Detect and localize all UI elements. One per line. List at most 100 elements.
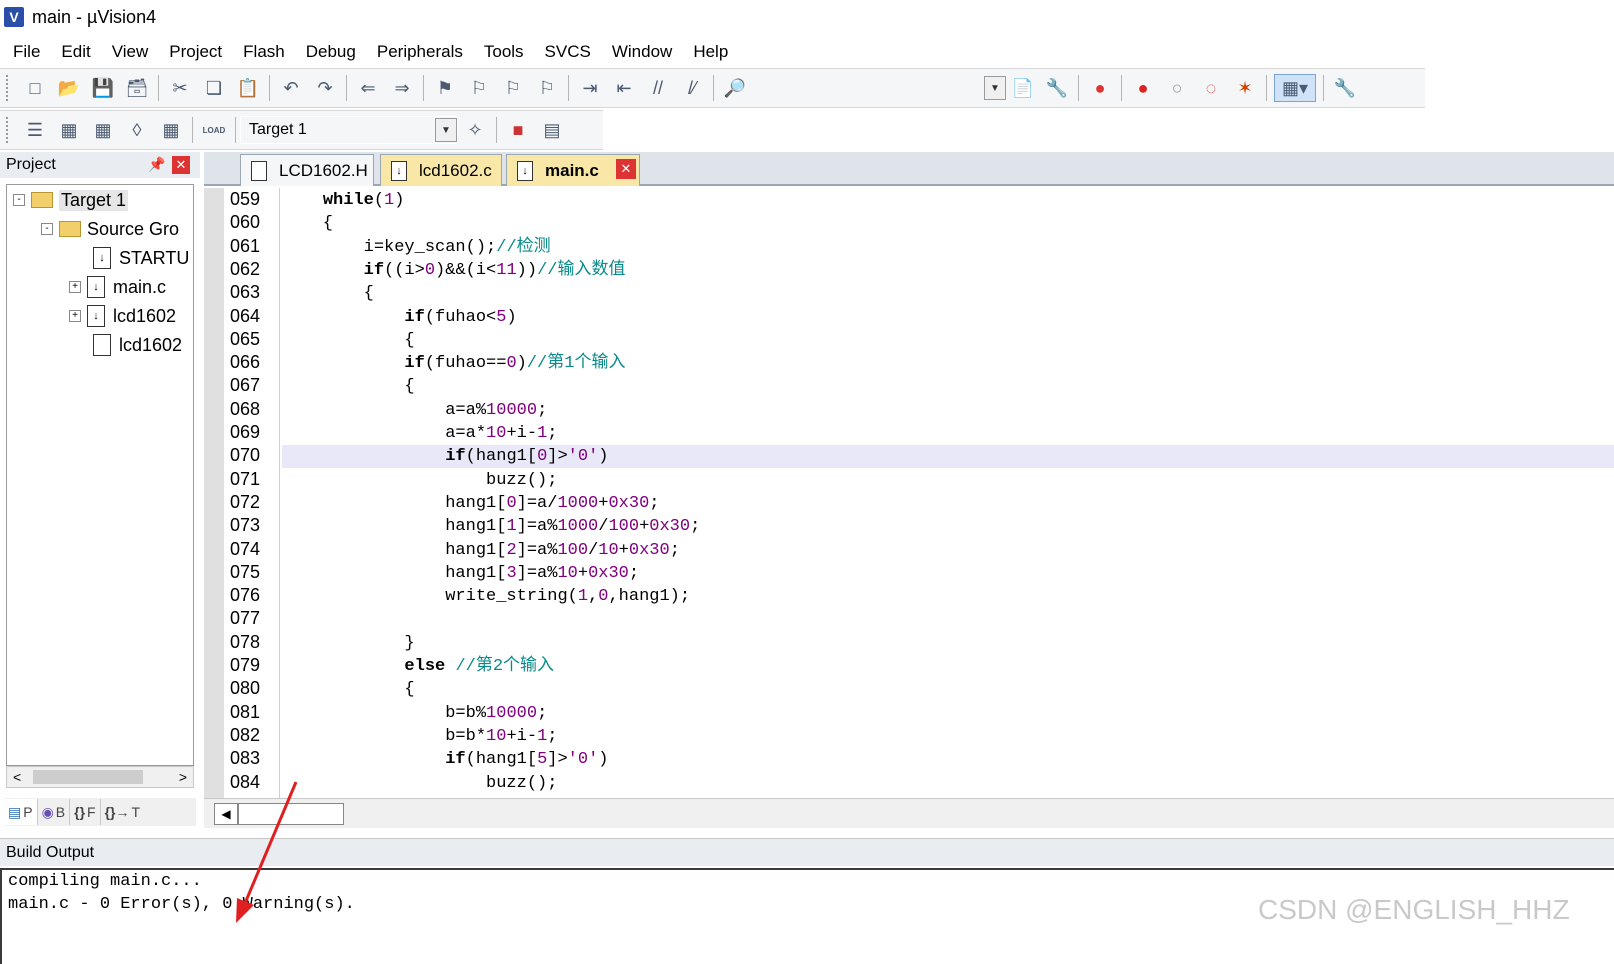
nav-back-icon[interactable]: ⇐ xyxy=(354,74,382,102)
tab-functions[interactable]: {} F xyxy=(70,799,101,825)
stop-build-icon[interactable]: ▦ xyxy=(157,116,185,144)
toolbar-grip[interactable] xyxy=(6,75,12,101)
menu-view[interactable]: View xyxy=(112,42,149,62)
project-tree-scrollbar[interactable]: < > xyxy=(6,766,194,788)
save-icon[interactable]: 💾 xyxy=(89,74,117,102)
toolbar-grip[interactable] xyxy=(6,117,12,143)
code-line[interactable]: { xyxy=(282,678,1614,701)
code-line[interactable]: } xyxy=(282,632,1614,655)
menu-peripherals[interactable]: Peripherals xyxy=(377,42,463,62)
find-icon[interactable]: 📄 xyxy=(1009,74,1037,102)
configure-wrench-icon[interactable]: 🔧 xyxy=(1331,74,1359,102)
code-line[interactable]: if((i>0)&&(i<11))//输入数值 xyxy=(282,259,1614,282)
code-line[interactable]: hang1[2]=a%100/10+0x30; xyxy=(282,539,1614,562)
menu-file[interactable]: File xyxy=(13,42,40,62)
code-line[interactable]: { xyxy=(282,212,1614,235)
tree-item-startup[interactable]: ↓ STARTU xyxy=(93,245,189,271)
undo-icon[interactable]: ↶ xyxy=(277,74,305,102)
window-layout-icon[interactable]: ▦▾ xyxy=(1274,74,1316,102)
unindent-icon[interactable]: ⇤ xyxy=(610,74,638,102)
uncomment-icon[interactable]: /⁄ xyxy=(678,74,706,102)
new-file-icon[interactable]: □ xyxy=(21,74,49,102)
code-line[interactable]: { xyxy=(282,329,1614,352)
code-line[interactable]: if(hang1[0]>'0') xyxy=(282,445,1614,469)
menu-project[interactable]: Project xyxy=(169,42,222,62)
tree-item-lcd1602-h[interactable]: lcd1602 xyxy=(93,332,182,358)
menu-flash[interactable]: Flash xyxy=(243,42,285,62)
bookmark-clear-icon[interactable]: ⚐ xyxy=(533,74,561,102)
code-line[interactable]: if(hang1[5]>'0') xyxy=(282,748,1614,771)
tab-lcd1602-h[interactable]: LCD1602.H xyxy=(240,154,374,186)
expand-icon[interactable]: + xyxy=(69,310,81,322)
code-line[interactable]: b=b*10+i-1; xyxy=(282,725,1614,748)
manage-books-icon[interactable]: ▤ xyxy=(538,116,566,144)
code-line[interactable]: a=a%10000; xyxy=(282,399,1614,422)
scroll-left-icon[interactable]: ◀ xyxy=(214,803,238,825)
insert-breakpoint-icon[interactable]: ● xyxy=(1129,74,1157,102)
translate-icon[interactable]: ☰ xyxy=(21,116,49,144)
breakpoint-gutter[interactable] xyxy=(204,188,224,798)
code-line[interactable]: { xyxy=(282,282,1614,305)
menu-help[interactable]: Help xyxy=(693,42,728,62)
enable-breakpoint-icon[interactable]: ○ xyxy=(1163,74,1191,102)
start-debug-icon[interactable]: ● xyxy=(1086,74,1114,102)
tab-project[interactable]: ▤ P xyxy=(4,799,38,825)
bookmark-next-icon[interactable]: ⚐ xyxy=(499,74,527,102)
code-line[interactable]: write_string(1,0,hang1); xyxy=(282,585,1614,608)
open-file-icon[interactable]: 📂 xyxy=(55,74,83,102)
tree-item-lcd1602-c[interactable]: + ↓ lcd1602 xyxy=(69,303,176,329)
tree-item-source-group[interactable]: - Source Gro xyxy=(41,216,179,242)
chevron-down-icon[interactable]: ▼ xyxy=(435,118,457,142)
code-line[interactable]: { xyxy=(282,375,1614,398)
code-line[interactable]: buzz(); xyxy=(282,469,1614,492)
code-line[interactable]: if(fuhao==0)//第1个输入 xyxy=(282,352,1614,375)
tab-lcd1602-c[interactable]: ↓ lcd1602.c xyxy=(380,154,502,186)
code-line[interactable]: hang1[3]=a%10+0x30; xyxy=(282,562,1614,585)
collapse-icon[interactable]: - xyxy=(13,194,25,206)
code-line[interactable]: buzz(); xyxy=(282,772,1614,795)
manage-components-icon[interactable]: ■ xyxy=(504,116,532,144)
target-options-icon[interactable]: ✧ xyxy=(461,116,489,144)
code-line[interactable]: i=key_scan();//检测 xyxy=(282,236,1614,259)
tree-item-main-c[interactable]: + ↓ main.c xyxy=(69,274,166,300)
rebuild-icon[interactable]: ▦ xyxy=(89,116,117,144)
tab-books[interactable]: ◉ B xyxy=(38,799,71,825)
disable-breakpoints-icon[interactable]: ◌ xyxy=(1197,74,1225,102)
menu-window[interactable]: Window xyxy=(612,42,672,62)
kill-breakpoints-icon[interactable]: ✶ xyxy=(1231,74,1259,102)
scrollbar-thumb[interactable] xyxy=(238,803,344,825)
expand-icon[interactable]: + xyxy=(69,281,81,293)
bookmark-toggle-icon[interactable]: ⚑ xyxy=(431,74,459,102)
bookmark-prev-icon[interactable]: ⚐ xyxy=(465,74,493,102)
target-select[interactable]: Target 1 ▼ xyxy=(240,116,458,144)
scroll-right-icon[interactable]: > xyxy=(179,769,187,785)
scroll-left-icon[interactable]: < xyxy=(13,769,21,785)
copy-icon[interactable]: ❏ xyxy=(200,74,228,102)
collapse-icon[interactable]: - xyxy=(41,223,53,235)
tab-templates[interactable]: {}→ T xyxy=(101,799,144,825)
download-icon[interactable]: LOAD xyxy=(200,116,228,144)
find-dropdown-arrow-icon[interactable]: ▼ xyxy=(984,76,1006,100)
code-line[interactable]: while(1) xyxy=(282,189,1614,212)
code-line[interactable]: b=b%10000; xyxy=(282,702,1614,725)
code-line[interactable]: if(fuhao<5) xyxy=(282,306,1614,329)
batch-build-icon[interactable]: ◊ xyxy=(123,116,151,144)
code-line[interactable] xyxy=(282,608,1614,631)
save-all-icon[interactable]: 🗃 xyxy=(123,74,151,102)
pin-icon[interactable]: 📌 xyxy=(148,156,165,173)
tree-item-target[interactable]: - Target 1 xyxy=(13,187,129,213)
incremental-find-icon[interactable]: 🔧 xyxy=(1043,74,1071,102)
indent-icon[interactable]: ⇥ xyxy=(576,74,604,102)
menu-svcs[interactable]: SVCS xyxy=(545,42,591,62)
menu-debug[interactable]: Debug xyxy=(306,42,356,62)
cut-icon[interactable]: ✂ xyxy=(166,74,194,102)
code-line[interactable]: hang1[1]=a%1000/100+0x30; xyxy=(282,515,1614,538)
nav-forward-icon[interactable]: ⇒ xyxy=(388,74,416,102)
menu-tools[interactable]: Tools xyxy=(484,42,524,62)
build-icon[interactable]: ▦ xyxy=(55,116,83,144)
editor-scrollbar[interactable]: ◀ xyxy=(204,798,1614,828)
close-tab-icon[interactable]: ✕ xyxy=(616,159,636,179)
scrollbar-thumb[interactable] xyxy=(33,770,143,784)
code-editor[interactable]: 059 060 061 062 063 064 065 066 067 068 069 070 071 0… xyxy=(204,188,1614,798)
code-line[interactable]: else //第2个输入 xyxy=(282,655,1614,678)
